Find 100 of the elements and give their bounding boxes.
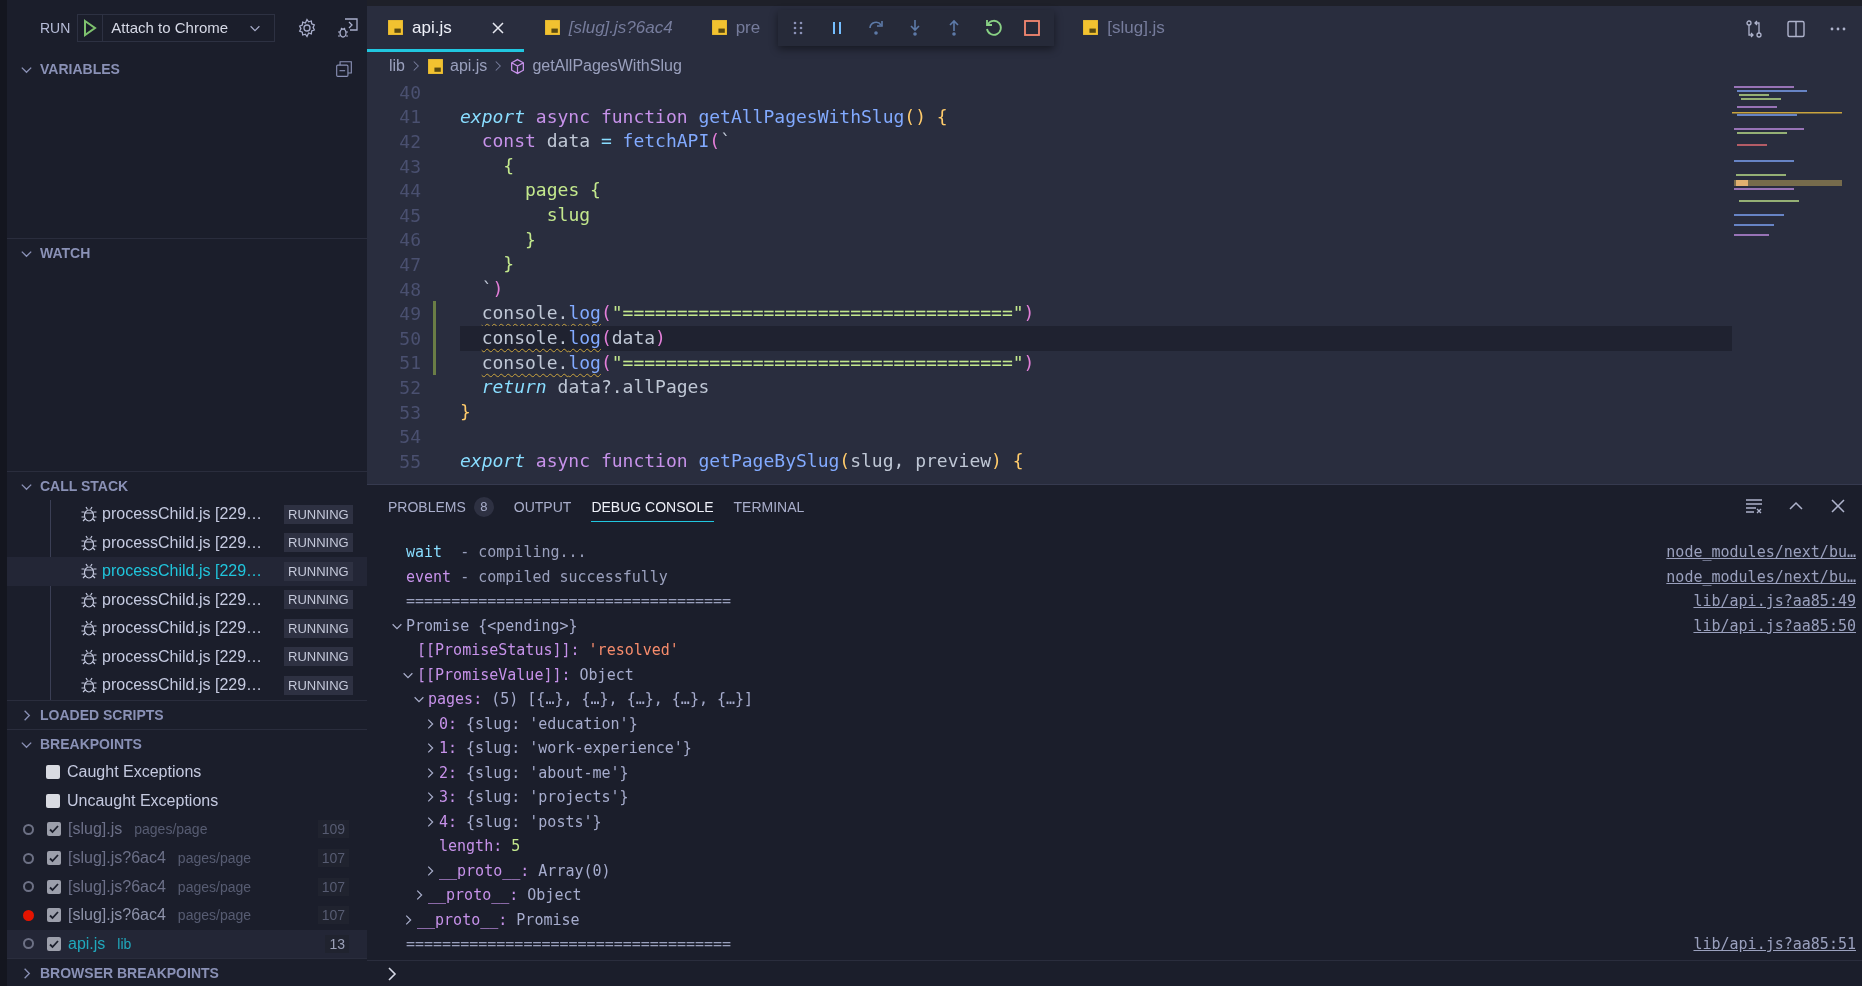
split-editor-icon[interactable]: [1786, 19, 1806, 39]
compare-changes-icon[interactable]: [1744, 19, 1764, 39]
checkbox[interactable]: [47, 851, 61, 866]
breakpoint-file: [slug].js?6ac4: [68, 849, 166, 868]
line-number: 109: [317, 820, 349, 839]
code-line: }: [460, 399, 472, 424]
call-stack-frame[interactable]: processChild.js [229… RUNNING: [51, 614, 367, 643]
source-link[interactable]: node_modules/next/bu…: [1666, 543, 1856, 562]
breakpoint-row[interactable]: Caught Exceptions: [7, 758, 367, 787]
javascript-file-icon: [427, 57, 444, 75]
breadcrumb[interactable]: api.js: [450, 57, 488, 75]
breadcrumb[interactable]: getAllPagesWithSlug: [532, 57, 682, 75]
bug-icon: [80, 647, 98, 666]
editor-tab[interactable]: api.js: [367, 6, 524, 52]
panel-tab[interactable]: DEBUG CONSOLE: [591, 489, 714, 522]
call-stack-frame[interactable]: processChild.js [229… RUNNING: [51, 528, 367, 557]
tree-entry[interactable]: pages: (5) [{…}, {…}, {…}, {…}, {…}]: [428, 690, 754, 709]
tree-entry[interactable]: __proto__: Promise: [417, 910, 580, 929]
status-badge: RUNNING: [284, 561, 353, 581]
console-message: ====================================: [406, 935, 732, 954]
checkbox[interactable]: [47, 936, 61, 951]
bug-icon: [80, 619, 98, 638]
breakpoint-row[interactable]: Uncaught Exceptions: [7, 786, 367, 816]
line-number: 107: [317, 877, 349, 896]
line-number: 13: [325, 934, 349, 953]
code-line: console.log("===================================="): [480, 301, 1036, 326]
restart-icon[interactable]: [983, 18, 1004, 38]
source-link[interactable]: lib/api.js?aa85:51: [1693, 935, 1856, 954]
call-stack-frame[interactable]: processChild.js [229… RUNNING: [51, 671, 367, 700]
javascript-file-icon: [710, 19, 728, 36]
call-stack-frame[interactable]: processChild.js [229… RUNNING: [7, 557, 367, 586]
console-message: ====================================: [406, 592, 732, 611]
tree-entry[interactable]: 1: {slug: 'work-experience'}: [439, 739, 692, 758]
launch-configuration-dropdown[interactable]: Attach to Chrome: [77, 13, 276, 42]
settings-icon[interactable]: [297, 17, 318, 38]
breadcrumb[interactable]: lib: [389, 57, 405, 75]
call-stack-frame[interactable]: processChild.js [229… RUNNING: [51, 500, 367, 529]
tree-entry[interactable]: Promise {<pending>}: [406, 616, 578, 635]
code-line: pages {: [524, 178, 602, 203]
tree-entry[interactable]: 3: {slug: 'projects'}: [439, 788, 629, 807]
tree-entry[interactable]: __proto__: Array(0): [439, 861, 611, 880]
section-title[interactable]: VARIABLES: [40, 61, 120, 77]
checkbox[interactable]: [47, 879, 61, 894]
status-badge: RUNNING: [284, 647, 353, 667]
tree-entry[interactable]: [[PromiseStatus]]: 'resolved': [417, 641, 679, 660]
code-line: return data?.allPages: [480, 375, 711, 400]
line-number: 107: [317, 849, 349, 868]
stop-icon[interactable]: [1022, 18, 1043, 38]
section-title[interactable]: WATCH: [40, 245, 91, 261]
cube-icon: [509, 57, 527, 75]
section-title[interactable]: CALL STACK: [40, 478, 129, 494]
breakpoint-path: pages/page: [134, 821, 208, 838]
bug-icon: [80, 562, 98, 581]
bug-icon: [80, 533, 98, 552]
status-badge: RUNNING: [284, 504, 353, 524]
code-line: export async function getAllPagesWithSlug() {: [460, 104, 949, 129]
panel-tab[interactable]: OUTPUT: [513, 489, 572, 522]
section-title[interactable]: BREAKPOINTS: [40, 736, 142, 752]
run-label: RUN: [40, 19, 71, 36]
javascript-file-icon: [387, 19, 404, 36]
bug-icon: [80, 590, 98, 609]
tree-entry[interactable]: 4: {slug: 'posts'}: [439, 812, 602, 831]
status-badge: RUNNING: [284, 675, 353, 695]
console-message: event - compiled successfully: [406, 567, 668, 586]
bug-icon: [80, 676, 98, 695]
breakpoint-file: api.js: [68, 934, 106, 953]
breakpoint-file: [slug].js?6ac4: [68, 877, 166, 896]
call-stack-frame[interactable]: processChild.js [229… RUNNING: [51, 585, 367, 614]
bug-icon: [80, 505, 98, 524]
tree-entry[interactable]: [[PromiseValue]]: Object: [417, 665, 634, 684]
section-title[interactable]: LOADED SCRIPTS: [40, 707, 164, 723]
status-badge: RUNNING: [284, 533, 353, 553]
breakpoint-row[interactable]: api.js lib 13: [7, 929, 367, 959]
code-line: }: [524, 227, 537, 252]
breakpoint-row[interactable]: [slug].js?6ac4 pages/page 107: [7, 900, 367, 930]
tree-entry[interactable]: 0: {slug: 'education'}: [439, 714, 638, 733]
breakpoint-file: [slug].js?6ac4: [68, 906, 166, 925]
code-line: {: [502, 153, 516, 178]
source-link[interactable]: lib/api.js?aa85:49: [1693, 592, 1856, 611]
call-stack-frame[interactable]: processChild.js [229… RUNNING: [51, 642, 367, 671]
checkbox[interactable]: [46, 793, 60, 808]
tree-entry[interactable]: __proto__: Object: [428, 886, 582, 905]
code-line: console.log("===================================="): [480, 350, 1036, 375]
play-icon[interactable]: [82, 18, 99, 37]
code-line: export async function getPageBySlug(slug, preview) {: [460, 448, 1025, 473]
close-icon[interactable]: [489, 19, 506, 36]
panel-tab[interactable]: TERMINAL: [733, 489, 805, 522]
source-link[interactable]: lib/api.js?aa85:50: [1693, 616, 1856, 635]
code-line: `): [480, 276, 505, 301]
panel-tab[interactable]: PROBLEMS 8: [388, 487, 494, 524]
checkbox[interactable]: [47, 822, 61, 837]
source-link[interactable]: node_modules/next/bu…: [1666, 567, 1856, 586]
collapse-all-icon[interactable]: [335, 60, 353, 78]
debug-console-icon[interactable]: [337, 16, 360, 39]
checkbox[interactable]: [47, 908, 61, 923]
tree-entry[interactable]: length: 5: [439, 837, 521, 856]
javascript-file-icon: [543, 19, 561, 36]
section-title[interactable]: BROWSER BREAKPOINTS: [40, 965, 219, 982]
checkbox[interactable]: [46, 765, 60, 780]
tree-entry[interactable]: 2: {slug: 'about-me'}: [439, 763, 629, 782]
